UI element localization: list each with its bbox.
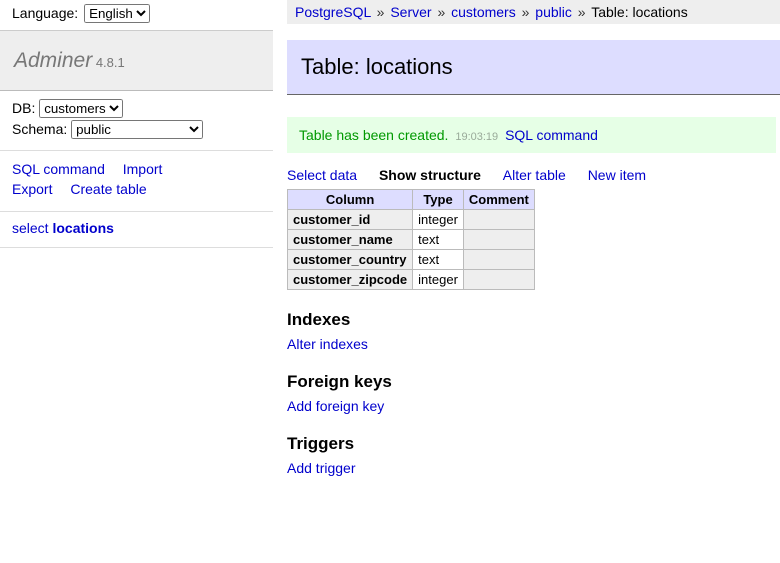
breadcrumb: PostgreSQL » Server » customers » public… <box>287 0 780 24</box>
tab-alter-table[interactable]: Alter table <box>503 167 566 183</box>
main: PostgreSQL » Server » customers » public… <box>273 0 780 486</box>
db-label: DB: <box>12 100 35 116</box>
table-row: customer_zipcode integer <box>288 270 535 290</box>
foreign-keys-heading: Foreign keys <box>287 372 776 392</box>
side-table-list: select locations <box>0 212 273 248</box>
columns-table: Column Type Comment customer_id integer … <box>287 189 535 290</box>
breadcrumb-driver[interactable]: PostgreSQL <box>295 4 371 20</box>
create-table-link[interactable]: Create table <box>70 179 146 199</box>
table-row: customer_name text <box>288 230 535 250</box>
col-header-type: Type <box>413 190 464 210</box>
import-link[interactable]: Import <box>123 159 163 179</box>
breadcrumb-db[interactable]: customers <box>451 4 516 20</box>
tab-show-structure[interactable]: Show structure <box>379 167 481 183</box>
alter-indexes-link[interactable]: Alter indexes <box>287 336 368 352</box>
message-text: Table has been created. <box>299 127 448 143</box>
col-header-column: Column <box>288 190 413 210</box>
sidebar: Language: English Adminer 4.8.1 DB: cust… <box>0 0 273 486</box>
logo: Adminer 4.8.1 <box>0 31 273 91</box>
add-foreign-key-link[interactable]: Add foreign key <box>287 398 384 414</box>
table-row: customer_id integer <box>288 210 535 230</box>
col-header-comment: Comment <box>463 190 534 210</box>
select-table-link[interactable]: select locations <box>12 220 114 236</box>
db-schema-block: DB: customers Schema: public <box>0 91 273 151</box>
indexes-heading: Indexes <box>287 310 776 330</box>
success-message: Table has been created. 19:03:19 SQL com… <box>287 117 776 153</box>
schema-label: Schema: <box>12 121 67 137</box>
language-label: Language: <box>12 5 78 21</box>
message-timestamp: 19:03:19 <box>455 131 498 143</box>
app-version: 4.8.1 <box>96 55 125 70</box>
language-select[interactable]: English <box>84 4 150 23</box>
add-trigger-link[interactable]: Add trigger <box>287 460 355 476</box>
db-select[interactable]: customers <box>39 99 123 118</box>
table-row: customer_country text <box>288 250 535 270</box>
breadcrumb-server[interactable]: Server <box>390 4 431 20</box>
table-actions: Select data Show structure Alter table N… <box>287 167 776 183</box>
tab-new-item[interactable]: New item <box>588 167 646 183</box>
tab-select-data[interactable]: Select data <box>287 167 357 183</box>
message-sql-link[interactable]: SQL command <box>505 127 598 143</box>
triggers-heading: Triggers <box>287 434 776 454</box>
breadcrumb-schema[interactable]: public <box>535 4 572 20</box>
app-name: Adminer <box>14 49 92 72</box>
side-actions: SQL command Import Export Create table <box>0 151 273 212</box>
schema-select[interactable]: public <box>71 120 203 139</box>
breadcrumb-current: Table: locations <box>591 4 688 20</box>
page-title: Table: locations <box>287 40 780 95</box>
language-row: Language: English <box>0 0 273 31</box>
export-link[interactable]: Export <box>12 179 52 199</box>
sql-command-link[interactable]: SQL command <box>12 159 105 179</box>
